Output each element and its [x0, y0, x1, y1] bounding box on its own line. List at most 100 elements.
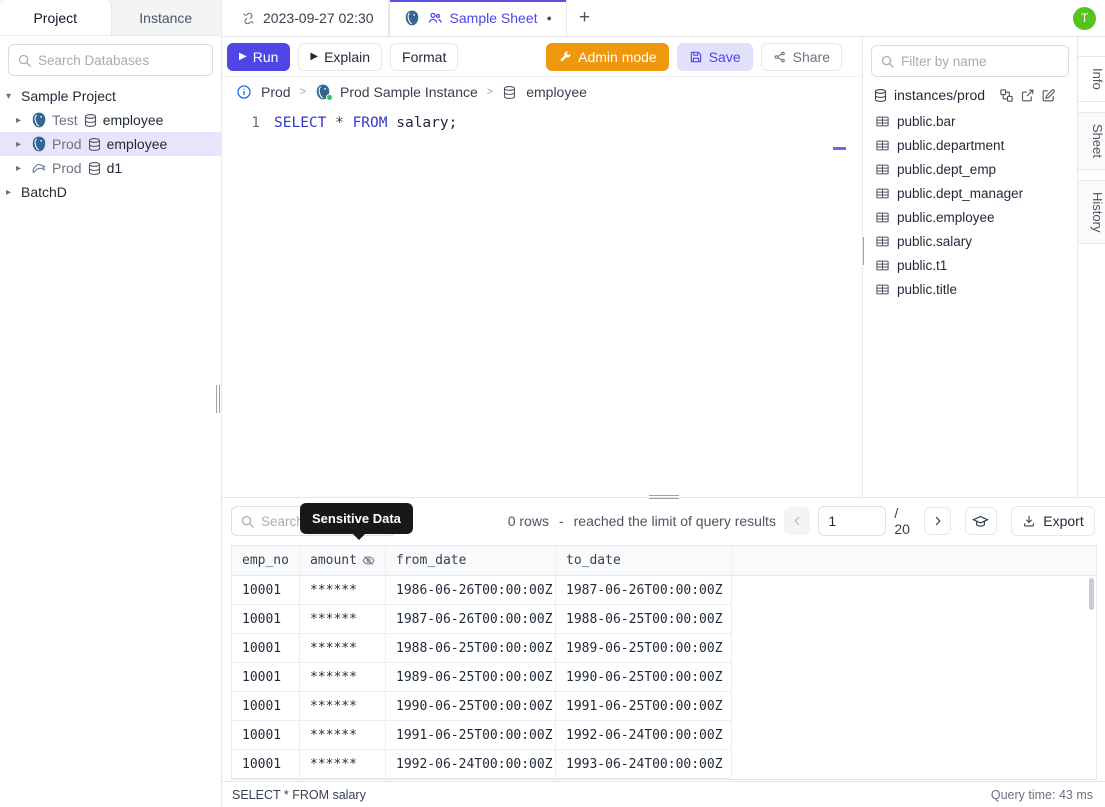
cell-from_date[interactable]: 1988-06-25T00:00:00Z — [386, 634, 556, 663]
breadcrumb-environment[interactable]: Prod — [261, 84, 291, 100]
tab-project[interactable]: Project — [0, 0, 111, 35]
cell-from_date[interactable]: 1990-06-25T00:00:00Z — [386, 692, 556, 721]
table-list-item[interactable]: public.bar — [875, 109, 1077, 133]
side-tab-sheet[interactable]: Sheet — [1078, 111, 1105, 170]
cell-to_date[interactable]: 1992-06-24T00:00:00Z — [556, 721, 732, 750]
caret-right-icon[interactable]: ▸ — [6, 187, 16, 198]
cell-emp_no[interactable]: 10001 — [232, 634, 300, 663]
tree-item-database[interactable]: ▸ Prod d1 — [0, 156, 221, 180]
column-header-emp_no[interactable]: emp_no — [232, 546, 300, 576]
cell-emp_no[interactable]: 10001 — [232, 663, 300, 692]
run-button[interactable]: ▶ Run — [227, 42, 291, 71]
results-panel: 0 rows - reached the limit of query resu… — [222, 495, 1105, 781]
download-icon — [1024, 515, 1035, 527]
schema-filter-input[interactable] — [901, 53, 1060, 69]
user-avatar[interactable]: T — [1073, 6, 1096, 30]
table-list-item[interactable]: public.t1 — [875, 253, 1077, 277]
export-button[interactable]: Export — [1010, 506, 1096, 536]
tab-instance[interactable]: Instance — [111, 0, 222, 35]
cell-from_date[interactable]: 1987-06-26T00:00:00Z — [386, 605, 556, 634]
share-button[interactable]: Share — [760, 42, 842, 71]
database-icon — [504, 85, 516, 99]
cell-filler — [732, 576, 1096, 605]
environment-label: Prod — [52, 136, 82, 152]
group-label: BatchD — [21, 184, 67, 200]
sql-editor[interactable]: 1 SELECT * FROM salary; — [222, 107, 862, 497]
new-tab-button[interactable]: + — [567, 0, 602, 36]
masking-reason-button[interactable] — [964, 507, 997, 535]
caret-right-icon[interactable]: ▸ — [16, 115, 26, 126]
column-header-amount[interactable]: amount — [300, 546, 386, 576]
table-list-item[interactable]: public.title — [875, 277, 1077, 301]
cell-to_date[interactable]: 1988-06-25T00:00:00Z — [556, 605, 732, 634]
sidebar-resize-handle[interactable] — [216, 385, 220, 413]
table-list-item[interactable]: public.dept_emp — [875, 157, 1077, 181]
info-icon[interactable] — [236, 84, 252, 100]
side-tab-history[interactable]: History — [1078, 179, 1105, 245]
cell-emp_no[interactable]: 10001 — [232, 750, 300, 779]
cell-from_date[interactable]: 1989-06-25T00:00:00Z — [386, 663, 556, 692]
table-name: public.department — [897, 137, 1005, 153]
tree-item-group[interactable]: ▸ BatchD — [0, 180, 221, 204]
cell-emp_no[interactable]: 10001 — [232, 576, 300, 605]
tree-item-database[interactable]: ▸ Prod employee — [0, 132, 221, 156]
table-list-item[interactable]: public.dept_manager — [875, 181, 1077, 205]
cell-filler — [732, 634, 1096, 663]
cell-amount[interactable]: ****** — [300, 576, 386, 605]
cell-amount[interactable]: ****** — [300, 721, 386, 750]
external-link-icon[interactable] — [1020, 88, 1035, 103]
environment-label: Test — [52, 112, 78, 128]
cell-amount[interactable]: ****** — [300, 692, 386, 721]
cell-amount[interactable]: ****** — [300, 605, 386, 634]
sheet-tab-adhoc[interactable]: 2023-09-27 02:30 — [227, 0, 389, 36]
table-list-item[interactable]: public.department — [875, 133, 1077, 157]
cell-to_date[interactable]: 1993-06-24T00:00:00Z — [556, 750, 732, 779]
database-search-input[interactable] — [38, 52, 204, 68]
table-icon — [876, 188, 889, 198]
explain-button[interactable]: ▶ Explain — [298, 42, 383, 71]
save-button[interactable]: Save — [676, 42, 753, 71]
cell-to_date[interactable]: 1990-06-25T00:00:00Z — [556, 663, 732, 692]
table-list-item[interactable]: public.salary — [875, 229, 1077, 253]
sidebar-tab-switcher: Project Instance — [0, 0, 221, 36]
tree-item-group[interactable]: ▾ Sample Project — [0, 84, 221, 108]
table-icon — [876, 236, 889, 246]
environment-label: Prod — [52, 160, 82, 176]
cell-from_date[interactable]: 1986-06-26T00:00:00Z — [386, 576, 556, 605]
caret-right-icon[interactable]: ▸ — [16, 139, 26, 150]
cell-emp_no[interactable]: 10001 — [232, 605, 300, 634]
database-icon — [84, 113, 96, 127]
tree-item-database[interactable]: ▸ Test employee — [0, 108, 221, 132]
database-icon — [88, 137, 100, 151]
breadcrumb-instance[interactable]: Prod Sample Instance — [340, 84, 478, 100]
cell-filler — [732, 692, 1096, 721]
column-header-from_date[interactable]: from_date — [386, 546, 556, 576]
cell-emp_no[interactable]: 10001 — [232, 721, 300, 750]
caret-right-icon[interactable]: ▸ — [16, 163, 26, 174]
cell-from_date[interactable]: 1992-06-24T00:00:00Z — [386, 750, 556, 779]
breadcrumb-database[interactable]: employee — [526, 84, 587, 100]
cell-amount[interactable]: ****** — [300, 663, 386, 692]
page-number-input[interactable] — [818, 506, 887, 536]
format-button[interactable]: Format — [390, 42, 459, 71]
tooltip-arrow — [352, 533, 366, 540]
next-page-button[interactable] — [924, 507, 951, 535]
table-scrollbar-thumb[interactable] — [1089, 578, 1094, 610]
cell-from_date[interactable]: 1991-06-25T00:00:00Z — [386, 721, 556, 750]
cell-amount[interactable]: ****** — [300, 634, 386, 663]
cell-amount[interactable]: ****** — [300, 750, 386, 779]
cell-to_date[interactable]: 1987-06-26T00:00:00Z — [556, 576, 732, 605]
table-list-item[interactable]: public.employee — [875, 205, 1077, 229]
column-header-to_date[interactable]: to_date — [556, 546, 732, 576]
side-tab-info[interactable]: Info — [1078, 56, 1105, 102]
schema-diagram-icon[interactable] — [999, 88, 1014, 103]
cell-to_date[interactable]: 1989-06-25T00:00:00Z — [556, 634, 732, 663]
sheet-tab-sample-sheet[interactable]: Sample Sheet ● — [388, 0, 567, 36]
edit-icon[interactable] — [1041, 88, 1056, 103]
cell-to_date[interactable]: 1991-06-25T00:00:00Z — [556, 692, 732, 721]
cell-emp_no[interactable]: 10001 — [232, 692, 300, 721]
prev-page-button[interactable] — [783, 507, 811, 535]
caret-down-icon[interactable]: ▾ — [6, 91, 16, 102]
admin-mode-button[interactable]: Admin mode — [546, 42, 669, 71]
schema-resize-handle[interactable] — [863, 237, 864, 265]
